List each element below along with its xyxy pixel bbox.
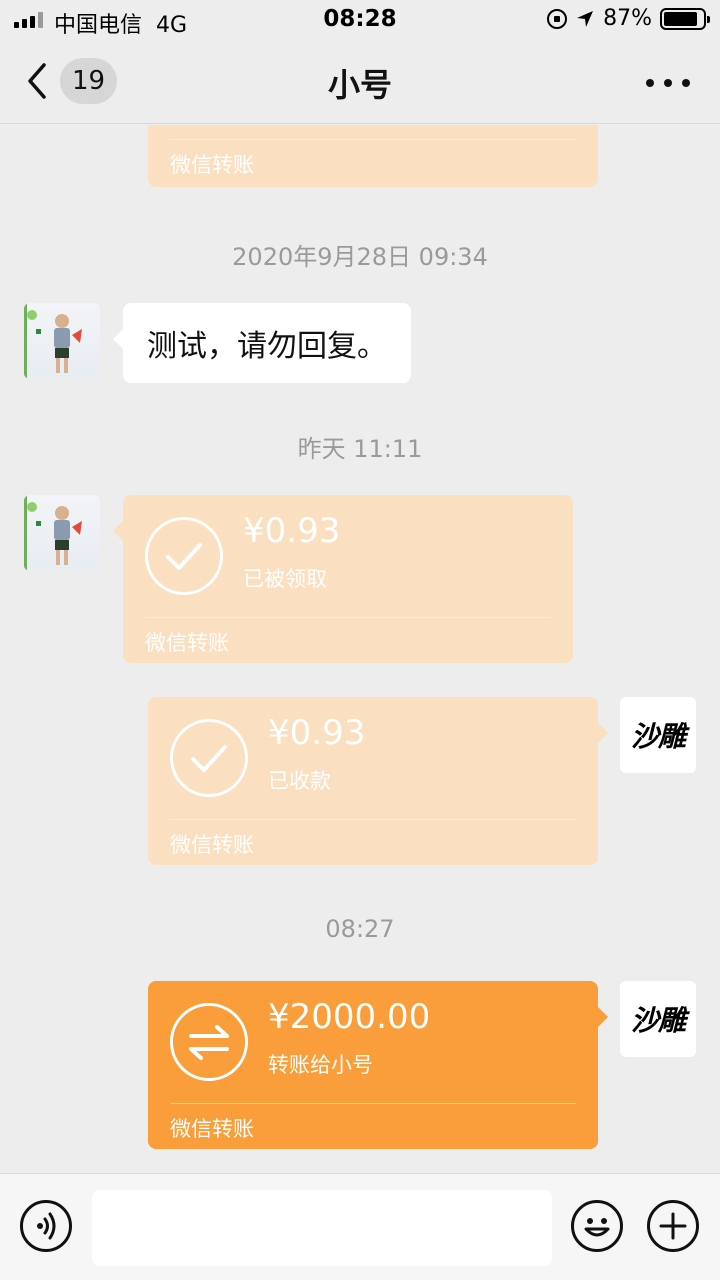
- self-avatar[interactable]: 沙雕: [620, 981, 696, 1057]
- transfer-footer: 微信转账: [170, 1117, 254, 1141]
- voice-icon: [37, 1212, 56, 1240]
- transfer-card-sent[interactable]: ¥0.93 已收款 微信转账: [148, 697, 608, 865]
- transfer-card-pending[interactable]: ¥2000.00 转账给小号 微信转账: [148, 981, 608, 1149]
- smiley-icon: [584, 1218, 610, 1237]
- chat-title: 小号: [327, 66, 392, 104]
- transfer-status: 已收款: [268, 769, 331, 793]
- contact-avatar[interactable]: [24, 495, 100, 571]
- message-input[interactable]: [92, 1190, 552, 1266]
- battery-icon: [660, 7, 710, 30]
- transfer-footer: 微信转账: [145, 631, 229, 655]
- self-avatar[interactable]: 沙雕: [620, 697, 696, 773]
- timestamp: 昨天 11:11: [297, 435, 423, 463]
- transfer-card-partial[interactable]: 微信转账: [148, 125, 598, 187]
- chat-history[interactable]: 微信转账 2020年9月28日 09:34 测试，请勿回复。 昨天 11:11: [0, 125, 720, 1173]
- check-circle-icon: [145, 517, 223, 595]
- plus-icon: [659, 1212, 687, 1240]
- timestamp: 08:27: [325, 915, 395, 943]
- location-arrow-icon: [577, 10, 594, 27]
- contact-avatar[interactable]: [24, 303, 100, 379]
- plus-button[interactable]: [647, 1200, 699, 1252]
- transfer-amount: ¥2000.00: [268, 997, 431, 1037]
- transfer-amount: ¥0.93: [243, 511, 341, 551]
- transfer-footer: 微信转账: [170, 833, 254, 857]
- check-circle-icon: [170, 719, 248, 797]
- voice-button[interactable]: [20, 1200, 72, 1252]
- orientation-lock-icon: [547, 8, 568, 29]
- kid-photo-icon: [24, 495, 82, 571]
- input-bar: [0, 1173, 720, 1280]
- timestamp: 2020年9月28日 09:34: [232, 243, 488, 271]
- transfer-status: 已被领取: [243, 567, 327, 591]
- emoji-button[interactable]: [571, 1200, 623, 1252]
- nav-bar: 19 小号: [0, 40, 720, 124]
- battery-percent: 87%: [603, 6, 652, 31]
- status-bar: 中国电信 4G 08:28 87%: [0, 0, 720, 40]
- more-dots-icon: [646, 79, 654, 87]
- received-text-message[interactable]: 测试，请勿回复。: [113, 303, 411, 383]
- transfer-amount: ¥0.93: [268, 713, 366, 753]
- more-button[interactable]: [646, 68, 690, 98]
- transfer-footer: 微信转账: [170, 153, 254, 177]
- transfer-arrows-icon: [170, 1003, 248, 1081]
- transfer-status: 转账给小号: [268, 1053, 373, 1077]
- kid-photo-icon: [24, 303, 82, 379]
- transfer-card-received[interactable]: ¥0.93 已被领取 微信转账: [113, 495, 573, 663]
